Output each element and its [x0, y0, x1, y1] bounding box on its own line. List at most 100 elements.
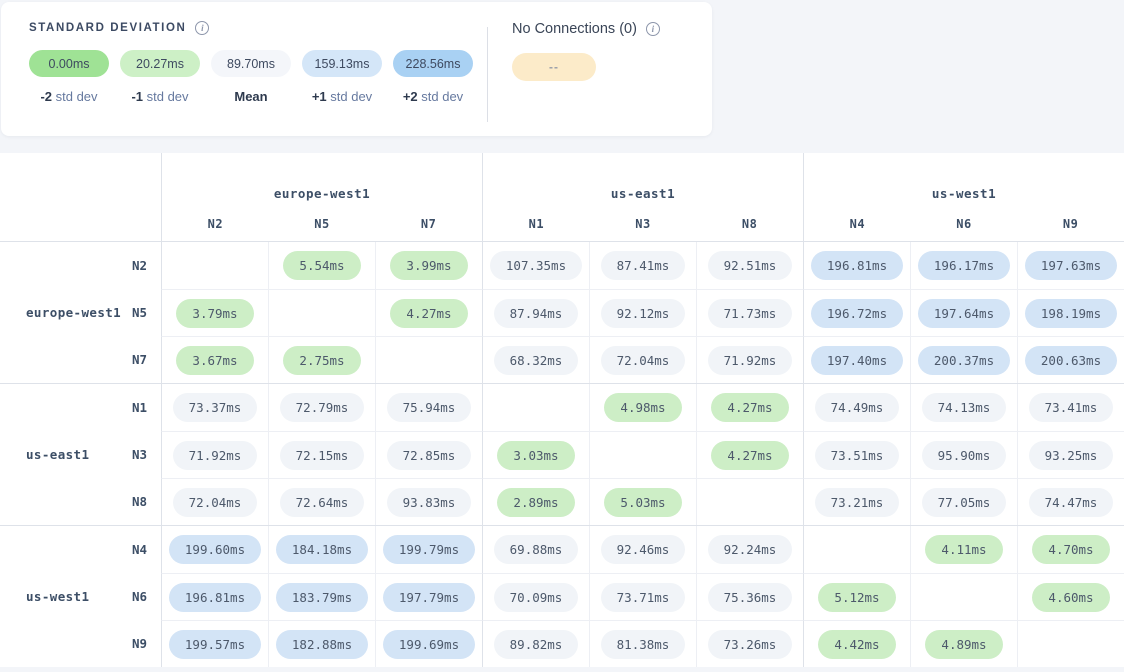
latency-cell-mid[interactable]: 89.82ms [494, 630, 579, 659]
latency-cell-low[interactable]: 5.12ms [818, 583, 895, 612]
latency-cell-low[interactable]: 5.54ms [283, 251, 360, 280]
matrix-cell: 74.49ms [803, 384, 910, 431]
latency-cell-mid[interactable]: 74.13ms [922, 393, 1007, 422]
latency-cell-low[interactable]: 2.89ms [497, 488, 574, 517]
latency-cell-mid[interactable]: 72.85ms [387, 441, 472, 470]
latency-cell-low[interactable]: 4.42ms [818, 630, 895, 659]
matrix-cell: 72.15ms [268, 431, 375, 478]
latency-cell-low[interactable]: 3.67ms [176, 346, 253, 375]
latency-cell-high[interactable]: 200.37ms [918, 346, 1010, 375]
matrix-cell: 87.94ms [482, 289, 589, 336]
latency-cell-low[interactable]: 4.27ms [711, 441, 788, 470]
latency-cell-mid[interactable]: 68.32ms [494, 346, 579, 375]
latency-cell-low[interactable]: 4.27ms [711, 393, 788, 422]
latency-cell-high[interactable]: 184.18ms [276, 535, 368, 564]
latency-cell-high[interactable]: 199.79ms [383, 535, 475, 564]
latency-cell-low[interactable]: 4.70ms [1032, 535, 1109, 564]
latency-cell-mid[interactable]: 72.15ms [280, 441, 365, 470]
matrix-cell: 199.69ms [375, 620, 482, 667]
latency-cell-high[interactable]: 199.60ms [169, 535, 261, 564]
latency-cell-mid[interactable]: 74.49ms [815, 393, 900, 422]
column-node-label: N5 [269, 217, 376, 231]
latency-cell-low[interactable]: 4.60ms [1032, 583, 1109, 612]
matrix-cell: 89.82ms [482, 620, 589, 667]
latency-cell-high[interactable]: 197.40ms [811, 346, 903, 375]
matrix-cell: 93.83ms [375, 478, 482, 525]
matrix-cell-self [1017, 620, 1124, 667]
latency-cell-mid[interactable]: 93.83ms [387, 488, 472, 517]
latency-cell-mid[interactable]: 71.73ms [708, 299, 793, 328]
latency-cell-high[interactable]: 199.69ms [383, 630, 475, 659]
matrix-body: europe-west1N25.54ms3.99ms107.35ms87.41m… [0, 241, 1124, 667]
latency-cell-high[interactable]: 196.81ms [811, 251, 903, 280]
latency-cell-mid[interactable]: 75.94ms [387, 393, 472, 422]
latency-cell-mid[interactable]: 92.24ms [708, 535, 793, 564]
latency-cell-mid[interactable]: 107.35ms [490, 251, 582, 280]
latency-cell-mid[interactable]: 93.25ms [1029, 441, 1114, 470]
no-connections-chip: -- [512, 53, 596, 81]
latency-cell-mid[interactable]: 73.21ms [815, 488, 900, 517]
latency-cell-high[interactable]: 200.63ms [1025, 346, 1117, 375]
latency-cell-low[interactable]: 2.75ms [283, 346, 360, 375]
latency-cell-mid[interactable]: 73.41ms [1029, 393, 1114, 422]
latency-cell-low[interactable]: 4.11ms [925, 535, 1002, 564]
matrix-cell-self [803, 526, 910, 573]
latency-cell-mid[interactable]: 87.94ms [494, 299, 579, 328]
latency-cell-mid[interactable]: 92.46ms [601, 535, 686, 564]
latency-cell-high[interactable]: 196.72ms [811, 299, 903, 328]
latency-cell-mid[interactable]: 75.36ms [708, 583, 793, 612]
no-connections-info-icon[interactable]: i [646, 22, 660, 36]
column-group-us-west1: us-west1N4N6N9 [803, 153, 1124, 241]
latency-cell-mid[interactable]: 81.38ms [601, 630, 686, 659]
matrix-cell: 74.13ms [910, 384, 1017, 431]
latency-cell-high[interactable]: 197.64ms [918, 299, 1010, 328]
latency-cell-mid[interactable]: 74.47ms [1029, 488, 1114, 517]
latency-cell-high[interactable]: 197.63ms [1025, 251, 1117, 280]
latency-cell-low[interactable]: 5.03ms [604, 488, 681, 517]
latency-cell-mid[interactable]: 73.37ms [173, 393, 258, 422]
latency-cell-mid[interactable]: 73.51ms [815, 441, 900, 470]
latency-cell-high[interactable]: 183.79ms [276, 583, 368, 612]
latency-cell-mid[interactable]: 69.88ms [494, 535, 579, 564]
column-region-label: europe-west1 [162, 186, 482, 201]
row-node-label: N8 [0, 478, 161, 525]
latency-cell-high[interactable]: 196.17ms [918, 251, 1010, 280]
row-group-europe-west1: europe-west1N25.54ms3.99ms107.35ms87.41m… [0, 241, 1124, 383]
latency-cell-high[interactable]: 198.19ms [1025, 299, 1117, 328]
latency-cell-high[interactable]: 197.79ms [383, 583, 475, 612]
row-group-us-west1: us-west1N4199.60ms184.18ms199.79ms69.88m… [0, 525, 1124, 667]
matrix-cell: 72.85ms [375, 431, 482, 478]
matrix-cell: 75.36ms [696, 573, 803, 620]
latency-cell-high[interactable]: 182.88ms [276, 630, 368, 659]
matrix-cell: 92.46ms [589, 526, 696, 573]
latency-cell-mid[interactable]: 71.92ms [173, 441, 258, 470]
matrix-cell: 4.27ms [696, 431, 803, 478]
latency-cell-mid[interactable]: 72.64ms [280, 488, 365, 517]
latency-cell-mid[interactable]: 77.05ms [922, 488, 1007, 517]
latency-cell-mid[interactable]: 95.90ms [922, 441, 1007, 470]
latency-cell-mid[interactable]: 72.79ms [280, 393, 365, 422]
latency-cell-low[interactable]: 4.98ms [604, 393, 681, 422]
latency-cell-low[interactable]: 3.79ms [176, 299, 253, 328]
latency-cell-mid[interactable]: 72.04ms [601, 346, 686, 375]
matrix-cell: 4.11ms [910, 526, 1017, 573]
matrix-cell-self [375, 336, 482, 383]
std-deviation-info-icon[interactable]: i [195, 21, 209, 35]
matrix-cell: 200.63ms [1017, 336, 1124, 383]
latency-cell-mid[interactable]: 92.12ms [601, 299, 686, 328]
matrix-cell: 182.88ms [268, 620, 375, 667]
std-deviation-title: STANDARD DEVIATION [29, 22, 186, 34]
latency-cell-high[interactable]: 199.57ms [169, 630, 261, 659]
latency-cell-mid[interactable]: 87.41ms [601, 251, 686, 280]
latency-cell-low[interactable]: 3.99ms [390, 251, 467, 280]
latency-cell-high[interactable]: 196.81ms [169, 583, 261, 612]
latency-cell-mid[interactable]: 72.04ms [173, 488, 258, 517]
latency-cell-mid[interactable]: 73.71ms [601, 583, 686, 612]
latency-cell-mid[interactable]: 92.51ms [708, 251, 793, 280]
latency-cell-low[interactable]: 4.27ms [390, 299, 467, 328]
latency-cell-low[interactable]: 4.89ms [925, 630, 1002, 659]
latency-cell-mid[interactable]: 70.09ms [494, 583, 579, 612]
latency-cell-mid[interactable]: 73.26ms [708, 630, 793, 659]
latency-cell-mid[interactable]: 71.92ms [708, 346, 793, 375]
latency-cell-low[interactable]: 3.03ms [497, 441, 574, 470]
